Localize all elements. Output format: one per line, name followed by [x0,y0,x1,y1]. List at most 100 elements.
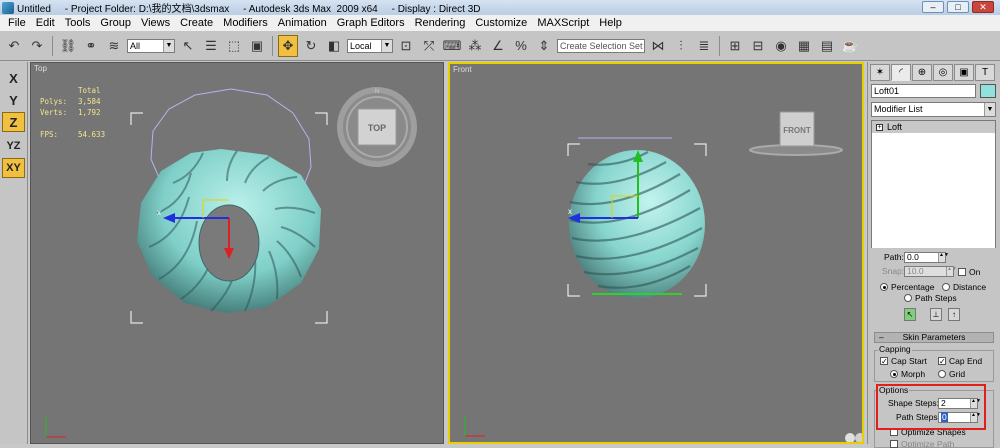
select-manipulate-icon[interactable]: ⤱ [419,35,439,57]
select-and-link-icon[interactable]: ⛓ [58,35,78,57]
percentage-radio[interactable]: Percentage [880,282,934,292]
selection-filter-dropdown[interactable]: All ▼ [127,38,175,53]
checkbox-checked-icon: ✓ [938,357,946,366]
svg-text:x: x [157,208,161,217]
modifier-list-dropdown[interactable]: Modifier List ▼ [871,102,996,117]
axis-y-button[interactable]: Y [2,90,25,110]
viewcube-front[interactable]: FRONT [749,111,843,156]
command-panel-tabs: ✶ ◜ ⊕ ◎ ▣ T [870,64,1000,82]
grid-radio[interactable]: Grid [938,369,965,379]
curve-editor-icon[interactable]: ⊞ [725,35,745,57]
menu-file[interactable]: File [4,17,30,29]
percent-snap-icon[interactable]: % [511,35,531,57]
cap-start-checkbox[interactable]: ✓ Cap Start [880,356,927,366]
modify-tab-icon[interactable]: ◜ [891,64,911,81]
menu-customize[interactable]: Customize [471,17,531,29]
snap-on-checkbox[interactable]: On [958,267,980,277]
spinner-snap-icon[interactable]: ⇕ [534,35,554,57]
viewcube-front-label: FRONT [783,126,811,135]
menu-create[interactable]: Create [176,17,217,29]
skin-parameters-rollout-header[interactable]: – Skin Parameters [874,332,994,343]
unlink-icon[interactable]: ⚭ [81,35,101,57]
menu-views[interactable]: Views [137,17,174,29]
pick-shape-icon[interactable]: ↖ [904,308,916,321]
front-viewport-scene: x FRONT [464,111,862,442]
distance-radio[interactable]: Distance [942,282,986,292]
axis-xy-button[interactable]: XY [2,158,25,178]
named-selection-set-input[interactable]: Create Selection Set [557,38,645,53]
menu-maxscript[interactable]: MAXScript [533,17,593,29]
undo-icon[interactable]: ↶ [4,35,24,57]
select-and-scale-icon[interactable]: ◧ [324,35,344,57]
rendered-frame-window-icon[interactable]: ▤ [817,35,837,57]
axis-z-button[interactable]: Z [2,112,25,132]
align-icon[interactable]: ⫶ [671,35,691,57]
menu-modifiers[interactable]: Modifiers [219,17,272,29]
angle-snap-icon[interactable]: ∠ [488,35,508,57]
menu-help[interactable]: Help [595,17,626,29]
select-object-icon[interactable]: ↖ [178,35,198,57]
expand-icon[interactable]: + [876,123,883,131]
viewport-top[interactable]: Top Total Polys: 3,584 Verts: 1,792 FPS: 54… [30,62,444,444]
close-button[interactable]: ✕ [972,1,994,13]
render-setup-icon[interactable]: ▦ [794,35,814,57]
radio-icon [938,370,946,378]
motion-tab-icon[interactable]: ◎ [933,64,953,81]
create-tab-icon[interactable]: ✶ [870,64,890,81]
menu-rendering[interactable]: Rendering [411,17,470,29]
morph-radio[interactable]: Morph [890,369,925,379]
axis-yz-button[interactable]: YZ [2,136,25,156]
utilities-tab-icon[interactable]: T [975,64,995,81]
menu-graph-editors[interactable]: Graph Editors [333,17,409,29]
schematic-view-icon[interactable]: ⊟ [748,35,768,57]
viewport-front[interactable]: Front x FRONT [448,62,864,444]
snap-spinner[interactable]: 10.0 ▲▼ [904,266,957,277]
previous-shape-icon[interactable]: ⊥ [930,308,942,321]
snaps-toggle-icon[interactable]: ⁂ [465,35,485,57]
next-shape-icon[interactable]: ↑ [948,308,960,321]
display-tab-icon[interactable]: ▣ [954,64,974,81]
render-production-icon[interactable]: ☕ [840,35,860,57]
menu-animation[interactable]: Animation [274,17,331,29]
grid-label: Grid [949,369,966,379]
chevron-down-icon: ▼ [381,39,392,52]
radio-selected-icon [880,283,888,291]
mirror-icon[interactable]: ⋈ [648,35,668,57]
cap-start-label: Cap Start [891,356,927,366]
rectangular-selection-icon[interactable]: ⬚ [224,35,244,57]
menu-edit[interactable]: Edit [32,17,59,29]
main-toolbar: ↶ ↷ ⛓ ⚭ ≋ All ▼ ↖ ☰ ⬚ ▣ ✥ ↻ ◧ Local ▼ ⊡ … [0,31,1000,61]
menu-bar: File Edit Tools Group Views Create Modif… [0,15,1000,31]
viewcube-top[interactable]: TOP N [337,87,417,167]
object-color-swatch[interactable] [980,84,996,98]
hierarchy-tab-icon[interactable]: ⊕ [912,64,932,81]
object-name-field[interactable]: Loft01 [871,84,976,98]
redo-icon[interactable]: ↷ [27,35,47,57]
cap-end-checkbox[interactable]: ✓ Cap End [938,356,982,366]
select-and-move-icon[interactable]: ✥ [278,34,298,57]
select-by-name-icon[interactable]: ☰ [201,35,221,57]
select-and-rotate-icon[interactable]: ↻ [301,35,321,57]
pivot-center-icon[interactable]: ⊡ [396,35,416,57]
bind-to-space-warp-icon[interactable]: ≋ [104,35,124,57]
reference-coordinate-dropdown[interactable]: Local ▼ [347,38,393,53]
menu-tools[interactable]: Tools [61,17,95,29]
collapse-icon: – [879,332,884,342]
layer-manager-icon[interactable]: ≣ [694,35,714,57]
maximize-button[interactable]: □ [947,1,969,13]
app-icon[interactable] [2,1,14,14]
path-steps-radio[interactable]: Path Steps [904,293,957,303]
title-bar: Untitled - Project Folder: D:\我的文档\3dsma… [0,0,1000,15]
axis-tripod-top [45,417,66,438]
viewport-nav-dots[interactable] [845,433,862,442]
reference-coordinate-value: Local [350,40,372,51]
top-viewport-scene: x TOP N [45,87,417,438]
axis-x-button[interactable]: X [2,68,25,88]
minimize-button[interactable]: – [922,1,944,13]
path-spinner[interactable]: 0.0 ▲▼ [904,252,949,263]
stack-item-loft[interactable]: + Loft [872,121,995,133]
keyboard-shortcut-override-icon[interactable]: ⌨ [442,35,462,57]
material-editor-icon[interactable]: ◉ [771,35,791,57]
window-crossing-icon[interactable]: ▣ [247,35,267,57]
menu-group[interactable]: Group [96,17,135,29]
